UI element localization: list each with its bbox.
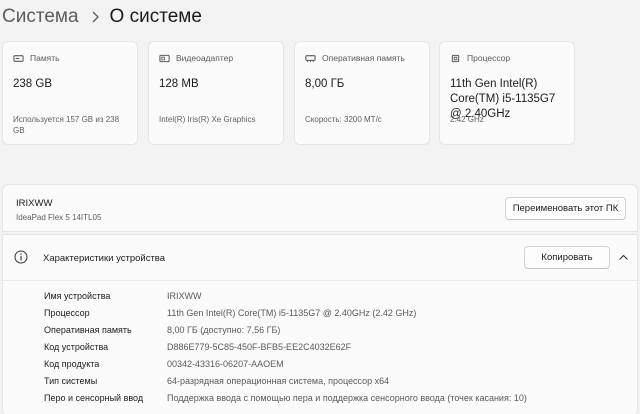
card-graphics[interactable]: Видеоадаптер 128 MB Intel(R) Iris(R) Xe …	[148, 41, 284, 145]
spec-key: Перо и сенсорный ввод	[44, 392, 144, 403]
page-title: О системе	[109, 6, 202, 27]
storage-icon	[13, 54, 24, 62]
spec-key: Оперативная память	[44, 324, 132, 335]
spec-row: Код продукта 00342-43316-06207-AAOEM	[3, 355, 637, 372]
spec-row: Тип системы 64-разрядная операционная си…	[3, 372, 637, 389]
card-value: 128 MB	[159, 78, 199, 90]
spec-key: Имя устройства	[44, 290, 111, 301]
ram-icon	[305, 54, 316, 62]
spec-row: Имя устройства IRIXWW	[3, 287, 637, 304]
card-subtext: Используется 157 GB из 238 GB	[13, 115, 120, 135]
spec-key: Тип системы	[44, 375, 98, 386]
summary-cards: Память 238 GB Используется 157 GB из 238…	[2, 41, 578, 145]
card-label: Видеоадаптер	[176, 53, 234, 63]
copy-button[interactable]: Копировать	[524, 246, 610, 269]
card-processor[interactable]: Процессор 11th Gen Intel(R) Core(TM) i5-…	[439, 41, 575, 145]
device-specs-header[interactable]: Характеристики устройства Копировать	[3, 235, 637, 280]
info-icon	[14, 250, 28, 264]
card-storage[interactable]: Память 238 GB Используется 157 GB из 238…	[2, 41, 138, 145]
spec-value: 11th Gen Intel(R) Core(TM) i5-1135G7 @ 2…	[167, 307, 417, 318]
spec-value: IRIXWW	[167, 290, 202, 301]
chevron-up-icon[interactable]	[618, 252, 629, 263]
card-value: 8,00 ГБ	[305, 78, 345, 90]
spec-key: Код продукта	[44, 358, 100, 369]
device-specs-section: Характеристики устройства Копировать Имя…	[2, 234, 638, 414]
spec-value: 00342-43316-06207-AAOEM	[167, 358, 284, 369]
processor-icon	[451, 54, 460, 62]
spec-value: D886E779-5C85-450F-BFB5-EE2C4032E62F	[167, 341, 352, 352]
card-subtext: Intel(R) Iris(R) Xe Graphics	[159, 115, 256, 124]
spec-row: Перо и сенсорный ввод Поддержка ввода с …	[3, 389, 637, 406]
breadcrumb: Система О системе	[0, 4, 202, 30]
spec-value: 64-разрядная операционная система, проце…	[167, 375, 390, 386]
device-name: IRIXWW	[16, 198, 53, 209]
spec-row: Код устройства D886E779-5C85-450F-BFB5-E…	[3, 338, 637, 355]
card-ram[interactable]: Оперативная память 8,00 ГБ Скорость: 320…	[294, 41, 430, 145]
spec-value: 8,00 ГБ (доступно: 7,56 ГБ)	[167, 324, 281, 335]
graphics-card-icon	[159, 54, 170, 62]
card-label: Память	[30, 53, 60, 63]
spec-key: Процессор	[44, 307, 90, 318]
divider	[3, 280, 637, 281]
spec-value: Поддержка ввода с помощью пера и поддерж…	[167, 392, 527, 403]
card-subtext: 2.42 GHz	[450, 115, 484, 124]
device-name-card: IRIXWW IdeaPad Flex 5 14ITL05 Переименов…	[2, 184, 638, 232]
rename-pc-button[interactable]: Переименовать этот ПК	[505, 197, 626, 220]
spec-row: Процессор 11th Gen Intel(R) Core(TM) i5-…	[3, 304, 637, 321]
card-label: Оперативная память	[322, 53, 405, 63]
chevron-right-icon	[91, 11, 100, 23]
card-subtext: Скорость: 3200 МТ/с	[305, 115, 382, 124]
spec-row: Оперативная память 8,00 ГБ (доступно: 7,…	[3, 321, 637, 338]
card-label: Процессор	[467, 53, 511, 63]
spec-key: Код устройства	[44, 341, 109, 352]
device-model: IdeaPad Flex 5 14ITL05	[16, 213, 102, 222]
breadcrumb-parent[interactable]: Система	[0, 6, 79, 28]
card-value: 238 GB	[13, 78, 52, 90]
spec-list: Имя устройства IRIXWW Процессор 11th Gen…	[3, 287, 637, 406]
device-specs-title: Характеристики устройства	[43, 253, 166, 264]
